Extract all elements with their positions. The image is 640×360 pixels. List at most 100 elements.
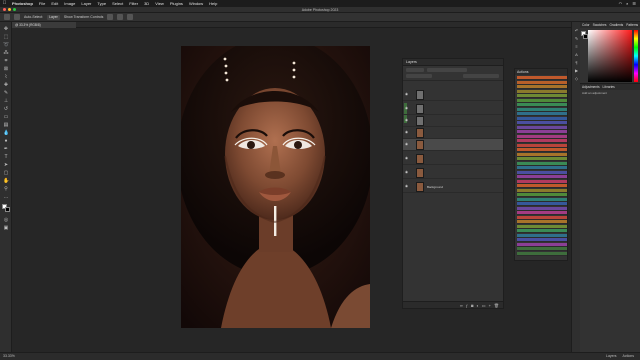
visibility-eye-icon[interactable]: ◉ [404, 156, 409, 161]
align-center-icon[interactable] [117, 14, 124, 20]
menu-type[interactable]: Type [94, 0, 109, 7]
canvas-image[interactable] [181, 46, 370, 328]
visibility-eye-icon[interactable]: ◉ [404, 92, 409, 97]
paragraph-icon[interactable]: ¶ [574, 60, 579, 65]
layer-row[interactable]: ◉ [403, 115, 503, 127]
home-icon[interactable] [4, 14, 10, 20]
layer-thumbnail[interactable] [416, 128, 424, 138]
layer-row[interactable]: ◉ [403, 167, 503, 179]
quick-mask-icon[interactable]: ◎ [3, 217, 9, 223]
layer-thumbnail[interactable] [416, 182, 424, 192]
zoom-level[interactable]: 33.33% [3, 354, 15, 358]
move-tool-icon[interactable] [14, 14, 20, 20]
layer-thumbnail[interactable] [416, 116, 424, 126]
blend-mode-dropdown[interactable] [406, 74, 432, 78]
character-icon[interactable]: A [574, 52, 579, 57]
layer-row[interactable]: ◉ [403, 139, 503, 151]
menu-photoshop[interactable]: Photoshop [9, 0, 36, 7]
background-color-swatch[interactable] [5, 207, 10, 212]
rectangle-tool-icon[interactable]: ▢ [3, 170, 9, 176]
actions-icon[interactable]: ▶ [574, 68, 579, 73]
visibility-eye-icon[interactable]: ◉ [404, 130, 409, 135]
apple-icon[interactable]:  [0, 0, 9, 7]
history-brush-tool-icon[interactable]: ↺ [3, 106, 9, 112]
status-tab-layers[interactable]: Layers [606, 353, 617, 360]
dodge-tool-icon[interactable]: ● [3, 138, 9, 144]
wifi-icon[interactable]: ◠ [619, 0, 623, 7]
layer-thumbnail[interactable] [416, 168, 424, 178]
visibility-eye-icon[interactable]: ◉ [404, 118, 409, 123]
actions-panel-title[interactable]: Actions [515, 69, 567, 75]
layer-thumbnail[interactable] [416, 140, 424, 150]
tab-patterns[interactable]: Patterns [626, 22, 638, 28]
layer-filter-icons[interactable] [427, 68, 467, 72]
type-tool-icon[interactable]: T [3, 154, 9, 160]
layers-panel-title[interactable]: Layers [403, 59, 503, 66]
gradient-tool-icon[interactable]: ▤ [3, 122, 9, 128]
color-picker-field[interactable] [588, 30, 632, 82]
menu-plugins[interactable]: Plugins [167, 0, 186, 7]
brush-settings-icon[interactable]: ✎ [574, 36, 579, 41]
show-transform-controls-checkbox[interactable]: Show Transform Controls [64, 15, 104, 19]
menu-3d[interactable]: 3D [141, 0, 152, 7]
control-center-icon[interactable]: ☰ [632, 0, 636, 7]
eraser-tool-icon[interactable]: ▭ [3, 114, 9, 120]
screen-mode-icon[interactable]: ▣ [3, 225, 9, 231]
visibility-eye-icon[interactable]: ◉ [404, 170, 409, 175]
menu-file[interactable]: File [36, 0, 48, 7]
move-tool-icon[interactable]: ✥ [3, 26, 9, 32]
new-group-icon[interactable]: ▭ [482, 303, 486, 308]
status-tab-actions[interactable]: Actions [623, 353, 634, 360]
path-select-tool-icon[interactable]: ➤ [3, 162, 9, 168]
search-icon[interactable]: ⌕ [626, 0, 628, 7]
align-left-icon[interactable] [107, 14, 114, 20]
history-icon[interactable]: ↶ [574, 28, 579, 33]
more-tools-icon[interactable]: … [3, 194, 9, 200]
brush-tool-icon[interactable]: ✎ [3, 90, 9, 96]
adjustment-layer-icon[interactable]: ◐ [476, 303, 478, 308]
link-layers-icon[interactable]: ∞ [460, 303, 463, 308]
hand-tool-icon[interactable]: ✋ [3, 178, 9, 184]
tab-color[interactable]: Color [582, 22, 590, 28]
layer-thumbnail[interactable] [416, 90, 424, 100]
document-tab[interactable]: @ 33.3% (RGB/8) [12, 22, 76, 28]
visibility-eye-icon[interactable]: ◉ [404, 142, 409, 147]
add-mask-icon[interactable]: ◙ [471, 303, 473, 308]
menu-window[interactable]: Window [186, 0, 206, 7]
menu-edit[interactable]: Edit [48, 0, 61, 7]
tab-libraries[interactable]: Libraries [603, 84, 615, 90]
crop-tool-icon[interactable]: ⌗ [3, 58, 9, 64]
align-right-icon[interactable] [127, 14, 134, 20]
layer-thumbnail[interactable] [416, 154, 424, 164]
tab-adjustments[interactable]: Adjustments [582, 84, 600, 90]
action-item[interactable] [517, 251, 567, 256]
layer-name[interactable]: Background [427, 181, 443, 193]
auto-select-dropdown[interactable]: Layer [47, 14, 60, 20]
layer-thumbnail[interactable] [416, 104, 424, 114]
marquee-tool-icon[interactable]: ⬚ [3, 34, 9, 40]
clone-stamp-tool-icon[interactable]: ⊥ [3, 98, 9, 104]
tab-swatches[interactable]: Swatches [593, 22, 607, 28]
menu-help[interactable]: Help [206, 0, 220, 7]
layer-filter-dropdown[interactable] [406, 68, 424, 72]
frame-tool-icon[interactable]: ⊠ [3, 66, 9, 72]
opacity-field[interactable] [463, 74, 499, 78]
visibility-eye-icon[interactable]: ◉ [404, 106, 409, 111]
trash-icon[interactable]: 🗑 [494, 303, 499, 308]
fx-icon[interactable]: ƒ [466, 303, 468, 308]
visibility-eye-icon[interactable]: ◉ [404, 184, 409, 189]
layer-row[interactable]: ◉ Background [403, 181, 503, 193]
menu-view[interactable]: View [152, 0, 167, 7]
properties-icon[interactable]: ≡ [574, 44, 579, 49]
eyedropper-tool-icon[interactable]: ⌇ [3, 74, 9, 80]
blur-tool-icon[interactable]: 💧 [3, 130, 9, 136]
menu-filter[interactable]: Filter [126, 0, 141, 7]
layer-row[interactable]: ◉ [403, 89, 503, 101]
menu-layer[interactable]: Layer [78, 0, 94, 7]
quick-select-tool-icon[interactable]: ⁂ [3, 50, 9, 56]
menu-select[interactable]: Select [109, 0, 126, 7]
tab-gradients[interactable]: Gradients [609, 22, 623, 28]
pen-tool-icon[interactable]: ✒ [3, 146, 9, 152]
lasso-tool-icon[interactable]: ➰ [3, 42, 9, 48]
layer-row[interactable]: ◉ [403, 127, 503, 139]
